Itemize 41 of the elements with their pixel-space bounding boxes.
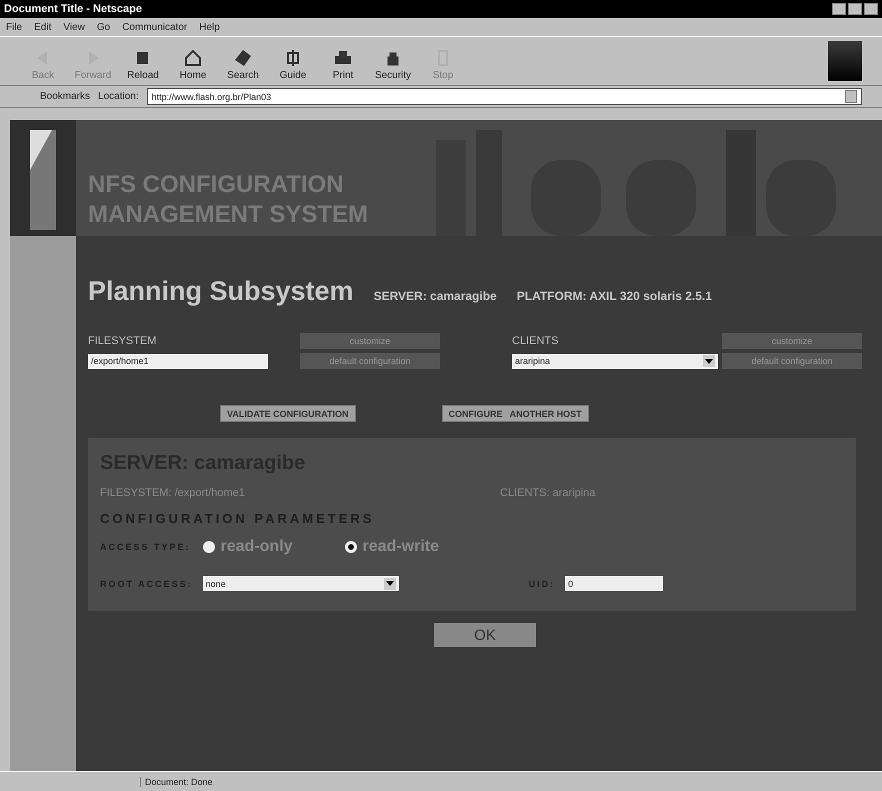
status-text: Document: Done bbox=[140, 776, 213, 786]
uid-field[interactable]: 0 bbox=[565, 576, 664, 591]
home-icon bbox=[183, 48, 203, 68]
menu-item[interactable]: Communicator bbox=[122, 22, 188, 32]
menu-item[interactable]: Go bbox=[96, 22, 110, 32]
menu-item[interactable]: View bbox=[63, 22, 85, 32]
logo-icon bbox=[28, 130, 58, 230]
toolbar-button[interactable]: Home bbox=[170, 38, 216, 84]
window-title: Document Title - Netscape bbox=[4, 3, 142, 15]
page-title: Planning Subsystem bbox=[88, 276, 354, 307]
browser-logo bbox=[828, 41, 862, 81]
location-label: Location: bbox=[98, 91, 139, 102]
toolbar-button[interactable]: Guide bbox=[270, 38, 316, 84]
clients-select[interactable]: araripina bbox=[512, 354, 718, 368]
filesystem-summary: FILESYSTEM: /export/home1 bbox=[100, 487, 246, 499]
caret-icon bbox=[384, 578, 396, 590]
toolbar-button[interactable]: Security bbox=[370, 38, 416, 84]
platform-label: PLATFORM: AXIL 320 solaris 2.5.1 bbox=[516, 289, 712, 303]
action-button[interactable]: VALIDATE CONFIGURATION bbox=[220, 405, 356, 422]
toolbar-button[interactable]: Reload bbox=[120, 38, 166, 84]
root-access-select[interactable]: none bbox=[202, 576, 399, 591]
action-button[interactable]: CONFIGURE ANOTHER HOST bbox=[442, 405, 589, 422]
filesystem-label: FILESYSTEM bbox=[88, 335, 158, 347]
server-label: SERVER: camaragibe bbox=[374, 289, 497, 303]
toolbar-button[interactable]: Print bbox=[320, 38, 366, 84]
clients-summary: CLIENTS: araripina bbox=[500, 487, 596, 499]
menu-item[interactable]: File bbox=[6, 22, 22, 32]
search-icon bbox=[233, 48, 253, 68]
dropdown-button[interactable] bbox=[845, 90, 857, 103]
filesystem-field[interactable]: /export/home1 bbox=[88, 354, 268, 368]
toolbar-button[interactable]: Search bbox=[220, 38, 266, 84]
maximize-button[interactable] bbox=[848, 3, 862, 15]
menu-item[interactable]: Edit bbox=[34, 22, 52, 32]
url-field[interactable]: http://www.flash.org.br/Plan03 bbox=[146, 88, 862, 105]
close-button[interactable] bbox=[864, 3, 878, 15]
ok-button[interactable]: OK bbox=[434, 623, 536, 647]
menu-item[interactable]: Help bbox=[199, 22, 220, 32]
bookmarks-button[interactable]: Bookmarks bbox=[40, 91, 90, 102]
caret-icon bbox=[703, 355, 715, 367]
clients-label: CLIENTS bbox=[512, 335, 560, 347]
minimize-button[interactable] bbox=[832, 3, 846, 15]
